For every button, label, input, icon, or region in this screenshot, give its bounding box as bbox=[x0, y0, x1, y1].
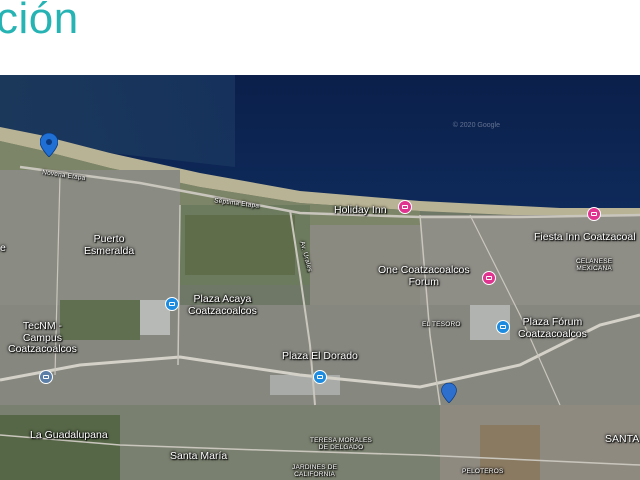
place-label-santa-maria: Santa María bbox=[170, 450, 228, 462]
place-label-celanese: CELANESE MEXICANA bbox=[576, 258, 613, 273]
shopping-icon[interactable] bbox=[165, 297, 179, 311]
map-imagery bbox=[0, 75, 640, 480]
hotel-icon[interactable] bbox=[482, 271, 496, 285]
place-label-e: e bbox=[0, 242, 6, 254]
poi-label-fiesta-inn[interactable]: Fiesta Inn Coatzacoal bbox=[534, 231, 636, 244]
place-label-el-tesoro: EL TESORO bbox=[422, 321, 461, 328]
poi-label-plaza-acaya[interactable]: Plaza Acaya Coatzacoalcos bbox=[188, 293, 257, 317]
poi-label-plaza-forum[interactable]: Plaza Fórum Coatzacoalcos bbox=[518, 316, 587, 340]
poi-label-plaza-el-dorado[interactable]: Plaza El Dorado bbox=[282, 350, 358, 363]
place-label-santa: SANTA bbox=[605, 433, 640, 445]
location-marker-icon[interactable] bbox=[40, 133, 58, 157]
place-label-puerto-esmeralda: Puerto Esmeralda bbox=[84, 233, 135, 257]
satellite-map[interactable]: © 2020 Google Novena Etapa Séptima Etapa… bbox=[0, 75, 640, 480]
place-label-la-guadalupana: La Guadalupana bbox=[30, 429, 108, 441]
poi-label-holiday-inn[interactable]: Holiday Inn bbox=[334, 204, 387, 217]
place-label-tecnm: TecNM - Campus Coatzacoalcos bbox=[8, 320, 77, 356]
location-marker-icon[interactable] bbox=[441, 383, 457, 403]
map-copyright: © 2020 Google bbox=[452, 122, 500, 129]
section-heading: ción bbox=[0, 0, 79, 43]
school-icon[interactable] bbox=[39, 370, 53, 384]
poi-label-one-coatzacoalcos[interactable]: One Coatzacoalcos Forum bbox=[378, 264, 470, 288]
place-label-jardines: JARDINES DE CALIFORNIA bbox=[292, 464, 338, 479]
hotel-icon[interactable] bbox=[587, 207, 601, 221]
shopping-icon[interactable] bbox=[496, 320, 510, 334]
shopping-icon[interactable] bbox=[313, 370, 327, 384]
place-label-peloteros: PELOTEROS bbox=[462, 468, 504, 475]
place-label-teresa: TERESA MORALES DE DELGADO bbox=[310, 437, 373, 452]
hotel-icon[interactable] bbox=[398, 200, 412, 214]
